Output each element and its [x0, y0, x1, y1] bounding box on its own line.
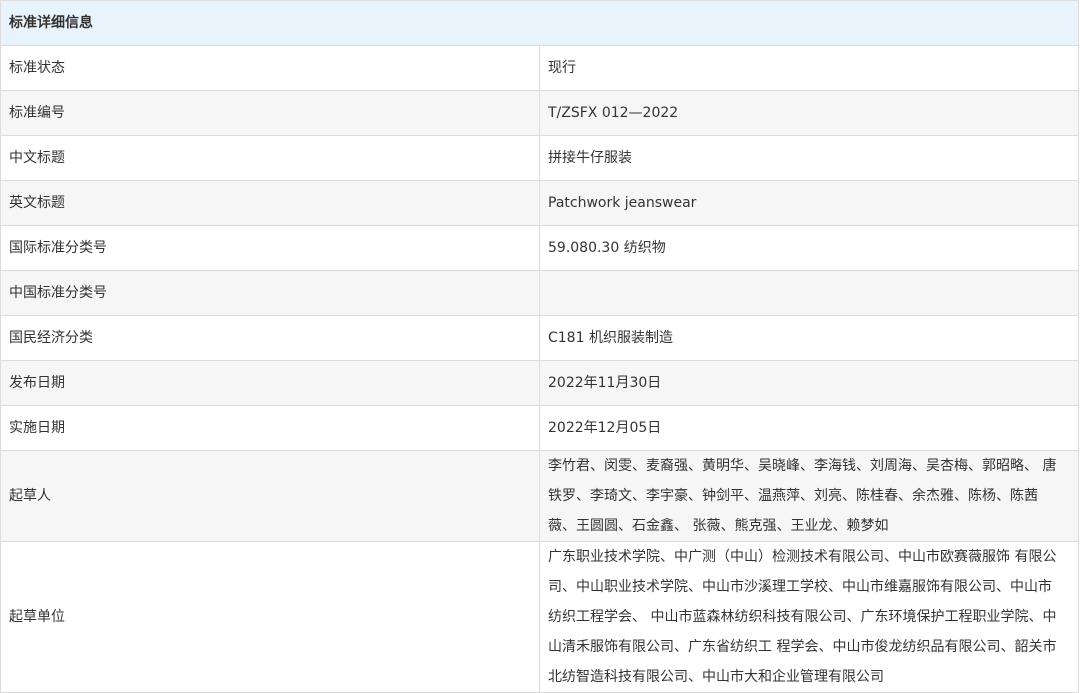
row-label-ics: 国际标准分类号	[0, 225, 540, 271]
table-row: 起草单位 广东职业技术学院、中广测（中山）检测技术有限公司、中山市欧赛薇服饰 有…	[0, 541, 1079, 693]
row-label-chinese-title: 中文标题	[0, 135, 540, 181]
table-row: 实施日期 2022年12月05日	[0, 405, 1079, 451]
section-title: 标准详细信息	[0, 0, 1079, 46]
table-row: 标准状态 现行	[0, 45, 1079, 91]
row-value-economy-class: C181 机织服装制造	[539, 315, 1079, 361]
table-row: 中文标题 拼接牛仔服装	[0, 135, 1079, 181]
row-label-drafting-units: 起草单位	[0, 541, 540, 693]
row-value-english-title: Patchwork jeanswear	[539, 180, 1079, 226]
row-value-implement-date: 2022年12月05日	[539, 405, 1079, 451]
table-row: 国民经济分类 C181 机织服装制造	[0, 315, 1079, 361]
row-label-implement-date: 实施日期	[0, 405, 540, 451]
row-label-ccs: 中国标准分类号	[0, 270, 540, 316]
row-value-drafting-units: 广东职业技术学院、中广测（中山）检测技术有限公司、中山市欧赛薇服饰 有限公司、中…	[539, 541, 1079, 693]
row-value-drafters: 李竹君、闵雯、麦裔强、黄明华、吴晓峰、李海钱、刘周海、吴杏梅、郭昭略、 唐铁罗、…	[539, 450, 1079, 542]
row-label-english-title: 英文标题	[0, 180, 540, 226]
row-value-status: 现行	[539, 45, 1079, 91]
row-value-number: T/ZSFX 012—2022	[539, 90, 1079, 136]
table-row: 标准编号 T/ZSFX 012—2022	[0, 90, 1079, 136]
row-label-drafters: 起草人	[0, 450, 540, 542]
table-row: 国际标准分类号 59.080.30 纺织物	[0, 225, 1079, 271]
table-header-row: 标准详细信息	[0, 0, 1079, 46]
row-value-ccs	[539, 270, 1079, 316]
row-value-publish-date: 2022年11月30日	[539, 360, 1079, 406]
row-label-publish-date: 发布日期	[0, 360, 540, 406]
row-value-ics: 59.080.30 纺织物	[539, 225, 1079, 271]
row-label-status: 标准状态	[0, 45, 540, 91]
table-row: 中国标准分类号	[0, 270, 1079, 316]
row-value-chinese-title: 拼接牛仔服装	[539, 135, 1079, 181]
table-row: 起草人 李竹君、闵雯、麦裔强、黄明华、吴晓峰、李海钱、刘周海、吴杏梅、郭昭略、 …	[0, 450, 1079, 542]
row-label-economy-class: 国民经济分类	[0, 315, 540, 361]
standard-detail-table: 标准详细信息 标准状态 现行 标准编号 T/ZSFX 012—2022 中文标题…	[0, 0, 1079, 693]
table-row: 英文标题 Patchwork jeanswear	[0, 180, 1079, 226]
table-row: 发布日期 2022年11月30日	[0, 360, 1079, 406]
row-label-number: 标准编号	[0, 90, 540, 136]
